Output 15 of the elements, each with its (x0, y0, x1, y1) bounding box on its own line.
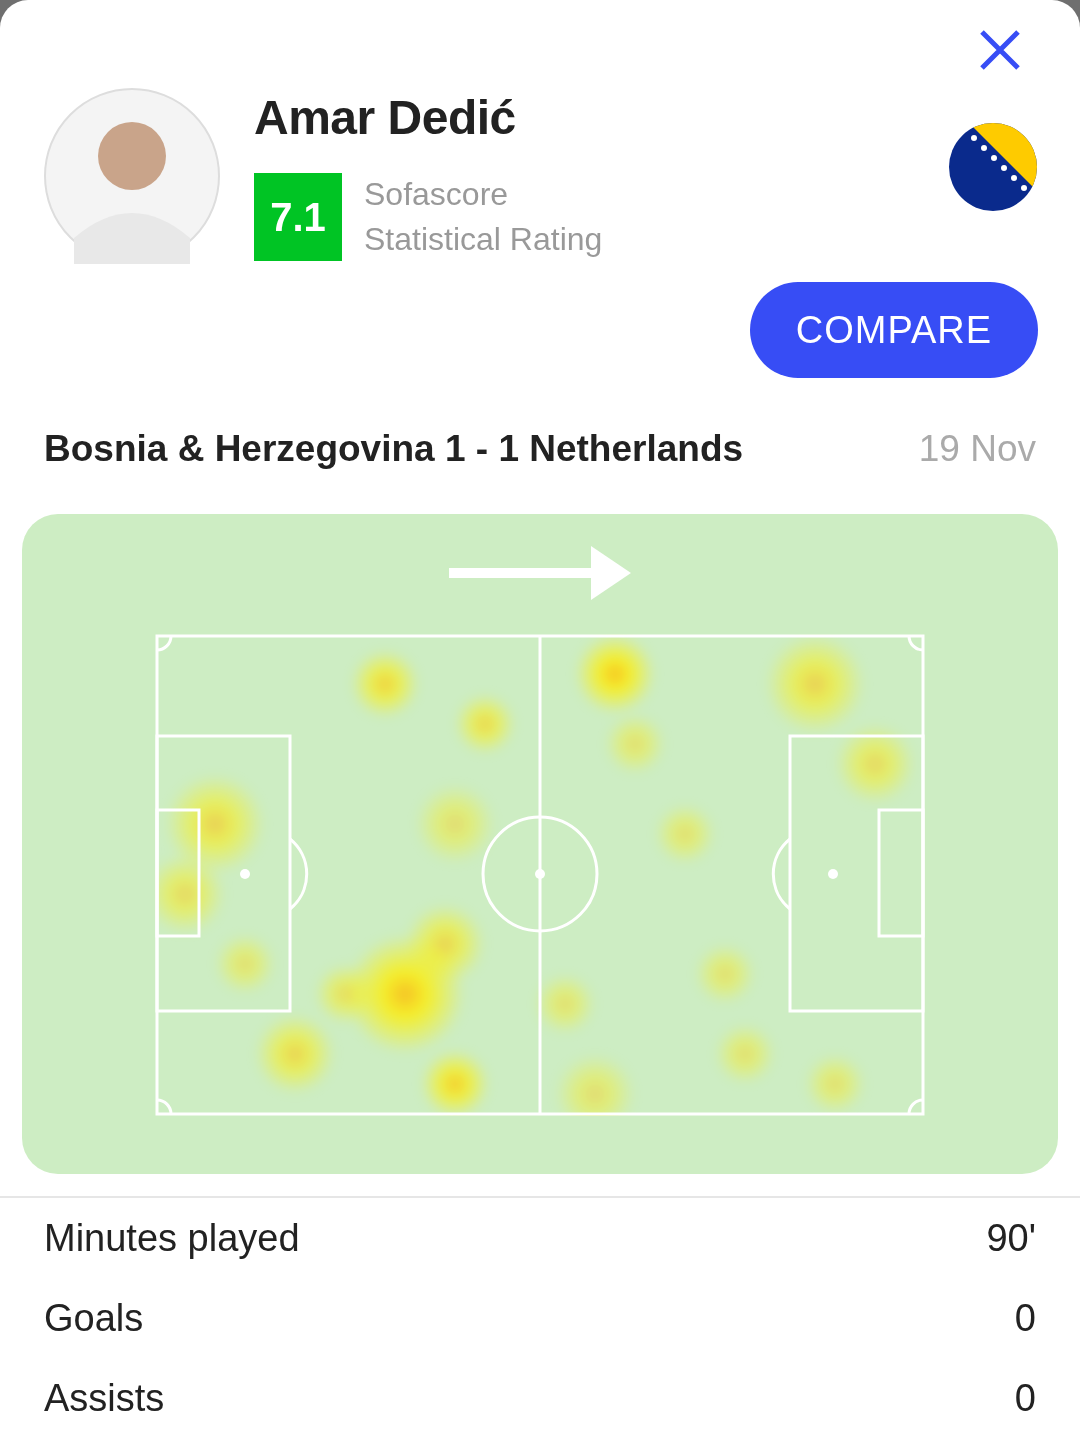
close-button[interactable] (978, 28, 1022, 72)
compare-button[interactable]: COMPARE (750, 282, 1038, 378)
direction-arrow-icon (449, 546, 631, 600)
stat-label: Assists (44, 1376, 165, 1420)
stat-value: 0 (1014, 1376, 1036, 1420)
rating-badge: 7.1 (254, 173, 342, 261)
stat-value: 90' (986, 1216, 1036, 1260)
match-title: Bosnia & Herzegovina 1 - 1 Netherlands (44, 428, 744, 470)
match-date: 19 Nov (918, 428, 1036, 470)
stat-label: Goals (44, 1296, 144, 1340)
rating-label: Statistical Rating (364, 221, 603, 258)
stat-label: Minutes played (44, 1216, 300, 1260)
stat-value: 0 (1014, 1296, 1036, 1340)
rating-source: Sofascore (364, 176, 510, 213)
player-name: Amar Dedić (254, 90, 517, 145)
